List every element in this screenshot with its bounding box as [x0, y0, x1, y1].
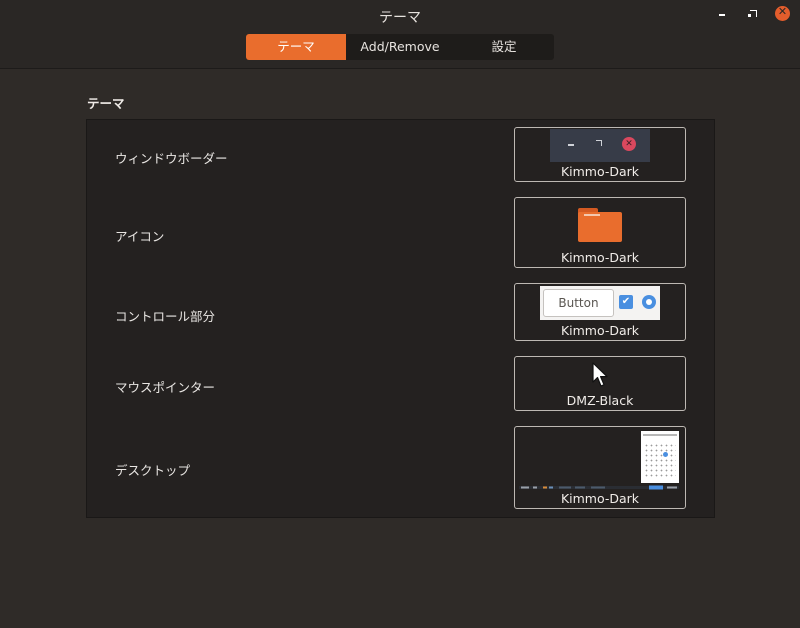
- row-label-desktop: デスクトップ: [115, 463, 191, 478]
- icon-theme-button[interactable]: Kimmo-Dark: [514, 197, 686, 268]
- desktop-theme-button[interactable]: Kimmo-Dark: [514, 426, 686, 509]
- tab-settings[interactable]: 設定: [454, 34, 554, 60]
- controls-preview: Button ✔: [540, 286, 660, 320]
- themes-panel: ウィンドウボーダー Kimmo-Dark アイコン Kimmo-Dark コント…: [86, 119, 715, 518]
- row-label-window-border: ウィンドウボーダー: [115, 151, 228, 166]
- controls-theme-button[interactable]: Button ✔ Kimmo-Dark: [514, 283, 686, 341]
- tab-bar: テーマ Add/Remove 設定: [246, 34, 554, 60]
- pointer-icon: [592, 362, 608, 387]
- maximize-icon[interactable]: [745, 6, 761, 22]
- window-border-theme-button[interactable]: Kimmo-Dark: [514, 127, 686, 182]
- preview-maximize-icon: [596, 140, 602, 146]
- desktop-panel-preview: [519, 485, 679, 490]
- section-title: テーマ: [87, 96, 125, 111]
- window-border-preview: [550, 129, 650, 162]
- folder-icon: [578, 208, 622, 242]
- window-title: テーマ: [379, 10, 421, 26]
- desktop-theme-name: Kimmo-Dark: [560, 491, 640, 506]
- preview-minimize-icon: [568, 144, 574, 146]
- pointer-theme-button[interactable]: DMZ-Black: [514, 356, 686, 411]
- pointer-theme-name: DMZ-Black: [566, 393, 634, 408]
- minimize-icon[interactable]: [715, 6, 731, 22]
- close-icon[interactable]: [775, 5, 790, 21]
- preview-close-icon: [622, 137, 636, 151]
- window-border-theme-name: Kimmo-Dark: [560, 164, 640, 179]
- radio-icon: [642, 295, 656, 309]
- row-label-controls: コントロール部分: [115, 309, 216, 324]
- preview-button: Button: [543, 289, 614, 317]
- checkbox-icon: ✔: [619, 295, 633, 309]
- icon-theme-name: Kimmo-Dark: [560, 250, 640, 265]
- tab-themes[interactable]: テーマ: [246, 34, 346, 60]
- tab-add-remove[interactable]: Add/Remove: [346, 34, 454, 60]
- row-label-icons: アイコン: [115, 229, 165, 244]
- row-label-pointer: マウスポインター: [115, 380, 216, 395]
- calendar-preview: [641, 431, 679, 483]
- controls-theme-name: Kimmo-Dark: [560, 323, 640, 338]
- title-bar: テーマ テーマ Add/Remove 設定: [0, 0, 800, 69]
